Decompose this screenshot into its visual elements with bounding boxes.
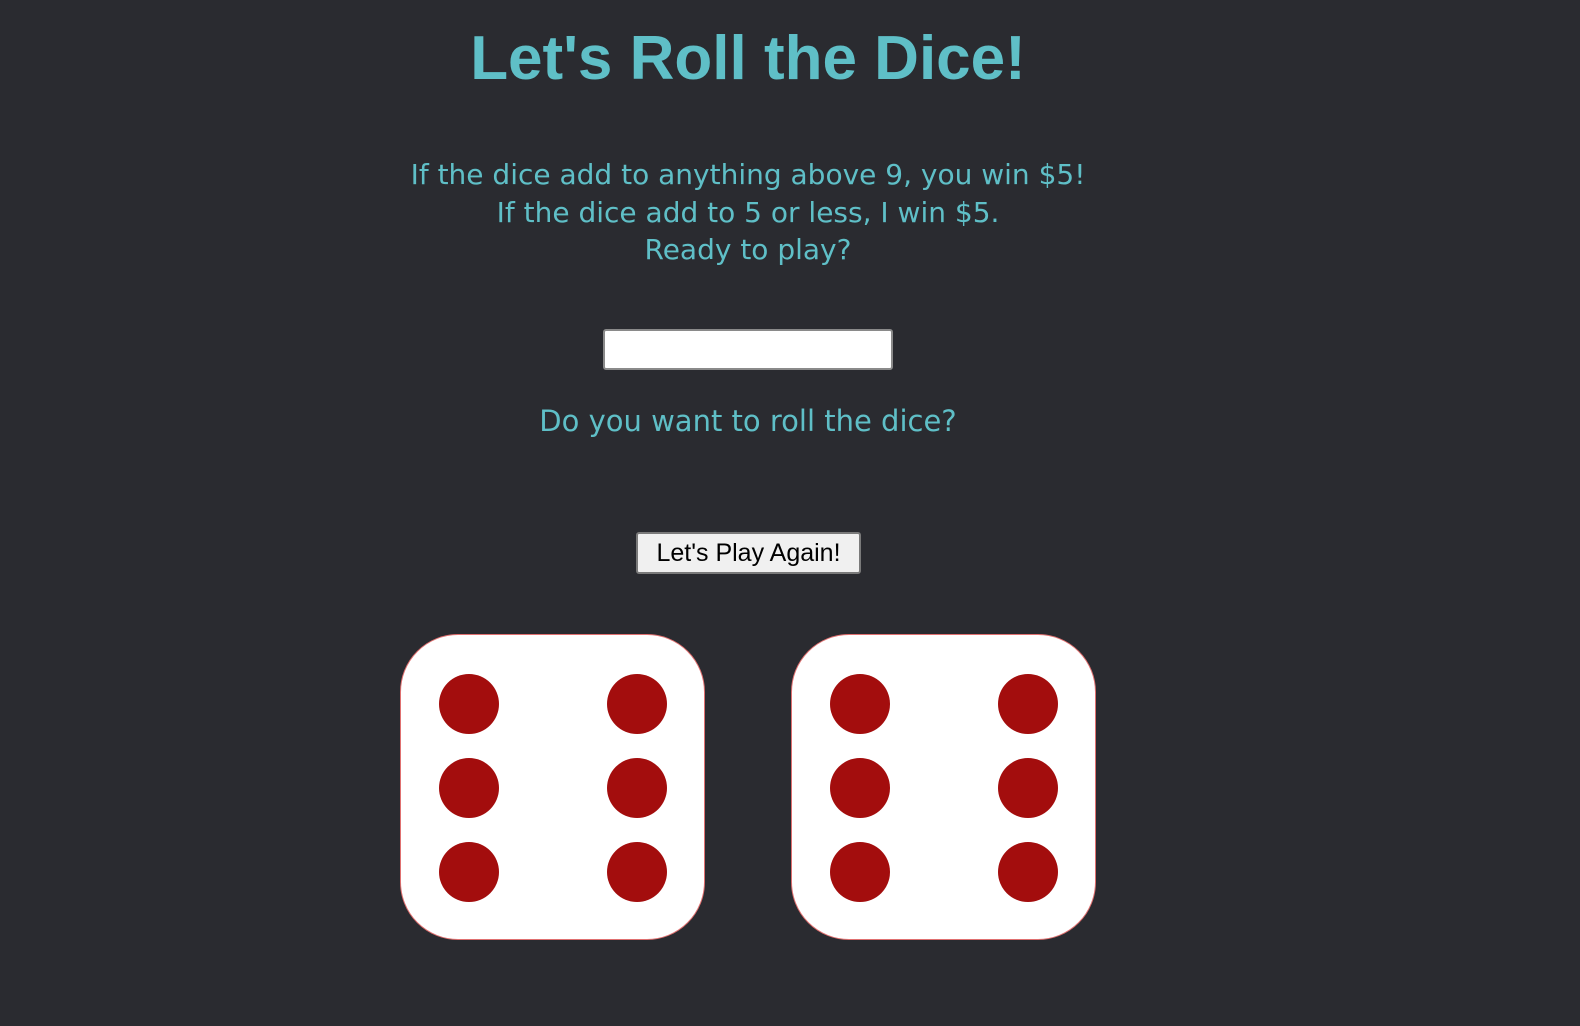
die-pip bbox=[439, 842, 499, 902]
ready-prompt: Ready to play? bbox=[644, 233, 852, 266]
die-pip bbox=[607, 674, 667, 734]
rule-lose-line: If the dice add to 5 or less, I win $5. bbox=[496, 195, 1000, 229]
play-again-button[interactable]: Let's Play Again! bbox=[636, 532, 861, 574]
rule-win-line: If the dice add to anything above 9, you… bbox=[410, 158, 1086, 191]
die-pip bbox=[998, 758, 1058, 818]
roll-question: Do you want to roll the dice? bbox=[539, 404, 957, 438]
page-title: Let's Roll the Dice! bbox=[470, 24, 1026, 93]
die-pip bbox=[830, 842, 890, 902]
dice-game-page: Let's Roll the Dice! If the dice add to … bbox=[0, 0, 1580, 1026]
answer-input[interactable] bbox=[603, 329, 893, 370]
die-2 bbox=[791, 634, 1096, 940]
die-pip bbox=[998, 674, 1058, 734]
die-pip bbox=[607, 842, 667, 902]
die-1 bbox=[400, 634, 705, 940]
die-pip bbox=[439, 674, 499, 734]
rules-text: If the dice add to anything above 9, you… bbox=[0, 156, 1496, 269]
die-pip bbox=[998, 842, 1058, 902]
die-pip bbox=[830, 758, 890, 818]
die-pip bbox=[607, 758, 667, 818]
die-pip bbox=[439, 758, 499, 818]
die-pip bbox=[830, 674, 890, 734]
